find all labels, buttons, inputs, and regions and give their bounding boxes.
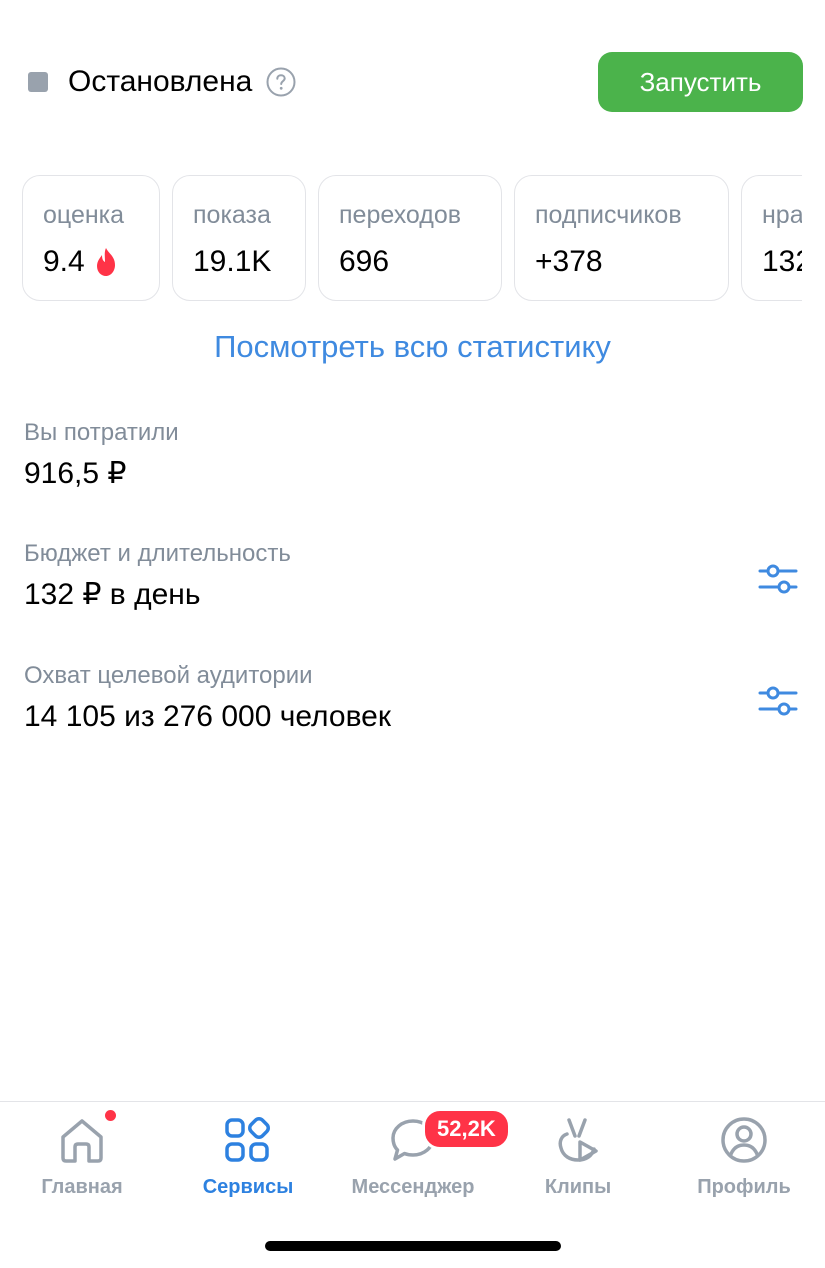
tab-label: Клипы: [544, 1176, 612, 1198]
stat-value: 696: [339, 245, 390, 278]
sliders-icon[interactable]: [758, 559, 798, 599]
stat-value: 9.4: [43, 245, 85, 278]
home-icon: [61, 1119, 103, 1163]
tab-label: Сервисы: [202, 1176, 294, 1198]
services-icon: [225, 1117, 270, 1162]
stat-value: 19.1K: [193, 245, 272, 278]
tab-clips[interactable]: Клипы: [498, 1114, 658, 1199]
view-all-stats-link[interactable]: Посмотреть всю статистику: [0, 325, 825, 369]
stat-label: подписчиков: [535, 201, 682, 229]
spent-label: Вы потратили: [24, 419, 179, 446]
stat-card-likes[interactable]: нра 132: [741, 175, 802, 301]
tab-label: Профиль: [697, 1176, 791, 1198]
tab-home[interactable]: Главная: [2, 1110, 162, 1199]
stat-card-rating[interactable]: оценка 9.4: [22, 175, 160, 301]
stat-label: нра: [762, 201, 802, 229]
fire-icon: [96, 248, 115, 276]
spent-row: Вы потратили 916,5 ₽: [24, 418, 804, 494]
reach-label: Охват целевой аудитории: [24, 662, 313, 689]
reach-value: 14 105 из 276 000 человек: [24, 700, 391, 733]
clips-icon: [558, 1118, 598, 1162]
stat-label: переходов: [339, 201, 462, 229]
stat-card-impressions[interactable]: показа 19.1K: [172, 175, 306, 301]
stat-label: оценка: [43, 201, 125, 229]
stat-value: +378: [535, 245, 603, 278]
tab-profile[interactable]: Профиль: [664, 1114, 824, 1199]
stat-card-clicks[interactable]: переходов 696: [318, 175, 502, 301]
spent-value: 916,5 ₽: [24, 457, 127, 490]
stats-carousel[interactable]: оценка 9.4 показа 19.1K переходов 696 по…: [22, 175, 802, 303]
campaign-status-text: Остановлена: [68, 65, 253, 98]
campaign-status-row: Остановлена Запустить: [28, 52, 803, 112]
tab-messenger[interactable]: Мессенджер 52,2K: [333, 1108, 511, 1199]
home-indicator[interactable]: [265, 1241, 561, 1251]
tab-label: Главная: [41, 1176, 123, 1198]
reach-row[interactable]: Охват целевой аудитории 14 105 из 276 00…: [24, 661, 804, 737]
launch-button[interactable]: Запустить: [598, 52, 803, 112]
profile-icon: [721, 1117, 767, 1163]
budget-label: Бюджет и длительность: [24, 540, 291, 567]
stat-label: показа: [193, 201, 271, 229]
notification-dot: [105, 1110, 116, 1121]
tab-services[interactable]: Сервисы: [168, 1114, 328, 1199]
stat-value: 132: [762, 245, 802, 278]
budget-value: 132 ₽ в день: [24, 578, 201, 611]
sliders-icon[interactable]: [758, 681, 798, 721]
stat-card-subscribers[interactable]: подписчиков +378: [514, 175, 729, 301]
tab-label: Мессенджер: [351, 1176, 475, 1198]
stopped-status-indicator: [28, 72, 48, 92]
question-circle-icon[interactable]: [266, 67, 296, 97]
budget-row[interactable]: Бюджет и длительность 132 ₽ в день: [24, 539, 804, 615]
